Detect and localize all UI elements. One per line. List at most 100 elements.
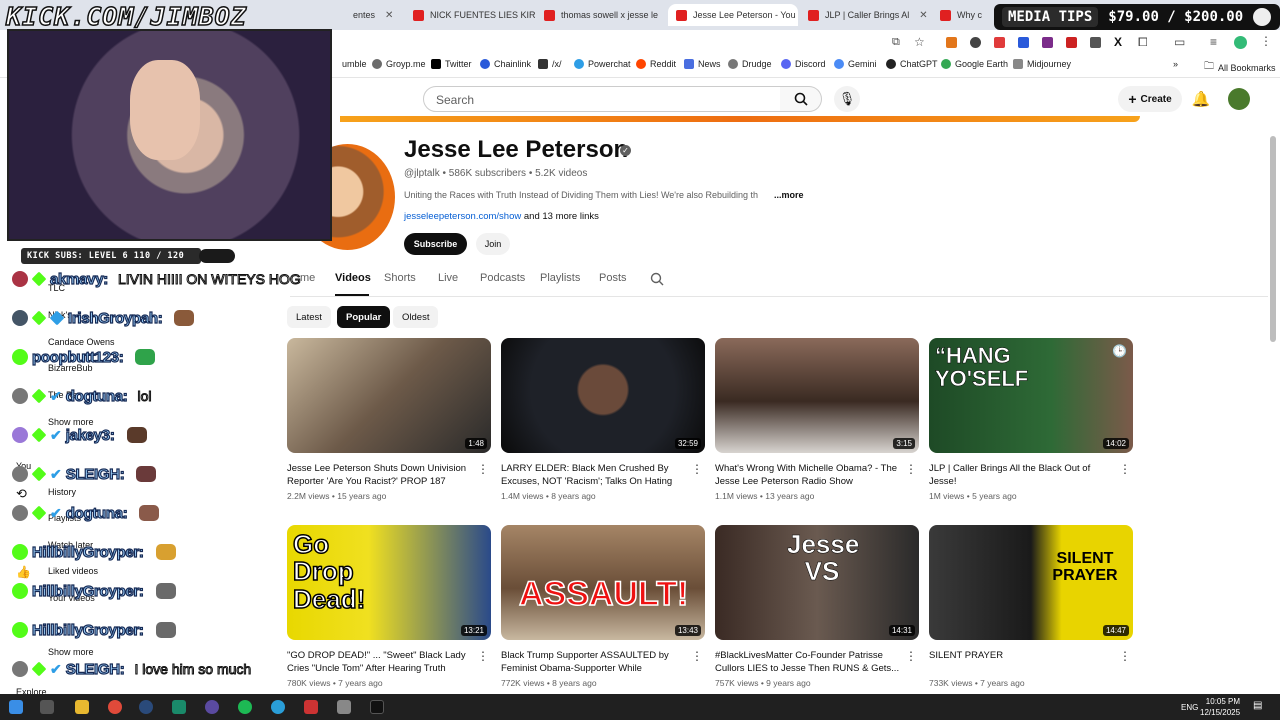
video-card[interactable]: Jesse VS 14:31 #BlackLivesMatter Co-Foun… <box>715 525 919 688</box>
bookmark[interactable]: Chainlink <box>480 59 531 69</box>
puzzle-icon[interactable]: ⧠ <box>1138 35 1148 50</box>
app-icon[interactable] <box>172 700 186 714</box>
all-bookmarks[interactable]: 🗀 All Bookmarks <box>1204 59 1276 76</box>
close-icon[interactable]: ✕ <box>919 10 927 21</box>
extension-icon[interactable] <box>994 37 1005 48</box>
subscribe-button[interactable]: Subscribe <box>404 233 467 255</box>
mic-button[interactable]: 🎙 <box>834 86 860 112</box>
video-thumbnail[interactable]: 1:48 <box>287 338 491 453</box>
chip-oldest[interactable]: Oldest <box>393 306 439 328</box>
extension-icon[interactable] <box>1066 37 1077 48</box>
bookmark[interactable]: /x/ <box>538 59 562 69</box>
obs-icon[interactable] <box>205 700 219 714</box>
extension-icon[interactable] <box>1090 37 1101 48</box>
kebab-icon[interactable]: ⋮ <box>905 462 917 476</box>
video-title[interactable]: JLP | Caller Brings All the Black Out of… <box>929 462 1133 488</box>
create-button[interactable]: + Create <box>1118 86 1182 112</box>
bookmark[interactable]: Powerchat <box>574 59 631 69</box>
video-thumbnail[interactable]: Jesse VS 14:31 <box>715 525 919 640</box>
video-title[interactable]: Black Trump Supporter ASSAULTED by Femin… <box>501 649 705 675</box>
language-indicator[interactable]: ENG <box>1181 703 1198 712</box>
tab-active[interactable]: Jesse Lee Peterson - You✕ <box>668 4 798 26</box>
tab-videos[interactable]: Videos <box>335 272 371 284</box>
channel-description[interactable]: Uniting the Races with Truth Instead of … <box>404 190 758 200</box>
notification-icon[interactable]: ▤ <box>1253 700 1262 711</box>
bookmark[interactable]: umble <box>342 59 367 69</box>
bookmark[interactable]: Twitter <box>431 59 472 69</box>
video-thumbnail[interactable]: SILENT PRAYER 14:47 <box>929 525 1133 640</box>
user-avatar[interactable] <box>1228 88 1250 110</box>
spotify-icon[interactable] <box>238 700 252 714</box>
cast-icon[interactable]: ⧉ <box>892 36 900 49</box>
bookmark[interactable]: News <box>684 59 721 69</box>
tab-1[interactable]: entes ✕ <box>345 4 405 26</box>
channel-search-icon[interactable] <box>650 272 664 286</box>
profile-icon[interactable] <box>1234 36 1247 49</box>
tab-playlists[interactable]: Playlists <box>540 272 580 284</box>
tab-6[interactable]: Why c <box>932 4 992 26</box>
tab-posts[interactable]: Posts <box>599 272 627 284</box>
extension-icon[interactable] <box>970 37 981 48</box>
video-thumbnail[interactable]: 3:15 <box>715 338 919 453</box>
clock-icon[interactable]: 🕒 <box>1112 344 1127 358</box>
video-card[interactable]: ASSAULT! 13:43 Black Trump Supporter ASS… <box>501 525 705 688</box>
video-card[interactable]: “HANG YO'SELF 🕒 14:02 JLP | Caller Bring… <box>929 338 1133 501</box>
more-links[interactable]: and 13 more links <box>521 211 599 222</box>
video-thumbnail[interactable]: Go Drop Dead! 13:21 <box>287 525 491 640</box>
video-thumbnail[interactable]: ASSAULT! 13:43 <box>501 525 705 640</box>
video-title[interactable]: What's Wrong With Michelle Obama? - The … <box>715 462 919 488</box>
video-title[interactable]: "GO DROP DEAD!" ... "Sweet" Black Lady C… <box>287 649 491 675</box>
kebab-icon[interactable]: ⋮ <box>691 649 703 663</box>
chip-popular[interactable]: Popular <box>337 306 391 328</box>
app-icon[interactable] <box>304 700 318 714</box>
tab-shorts[interactable]: Shorts <box>384 272 416 284</box>
join-button[interactable]: Join <box>476 233 510 255</box>
bookmark[interactable]: ChatGPT <box>886 59 938 69</box>
taskbar-clock[interactable]: 10:05 PM 12/15/2025 <box>1200 696 1240 718</box>
telegram-icon[interactable] <box>271 700 285 714</box>
app-icon[interactable] <box>337 700 351 714</box>
kebab-icon[interactable]: ⋮ <box>1260 34 1272 48</box>
search-input[interactable]: Search <box>423 86 781 112</box>
video-card[interactable]: Go Drop Dead! 13:21 "GO DROP DEAD!" ... … <box>287 525 491 688</box>
bookmark[interactable]: Gemini <box>834 59 877 69</box>
page-scrollbar[interactable] <box>1270 136 1276 342</box>
file-explorer-icon[interactable] <box>75 700 89 714</box>
kebab-icon[interactable]: ⋮ <box>905 649 917 663</box>
extension-icon[interactable] <box>946 37 957 48</box>
sidebar-history[interactable]: History <box>48 487 76 497</box>
video-title[interactable]: #BlackLivesMatter Co-Founder Patrisse Cu… <box>715 649 919 675</box>
extension-icon[interactable] <box>1018 37 1029 48</box>
video-card[interactable]: 3:15 What's Wrong With Michelle Obama? -… <box>715 338 919 501</box>
bookmark[interactable]: Midjourney <box>1013 59 1071 69</box>
x-icon[interactable]: X <box>1114 35 1122 49</box>
video-card[interactable]: 32:59 LARRY ELDER: Black Men Crushed By … <box>501 338 705 501</box>
kebab-icon[interactable]: ⋮ <box>1119 462 1131 476</box>
channel-link[interactable]: jesseleepeterson.com/show <box>404 211 521 222</box>
bookmark[interactable]: Groyp.me <box>372 59 426 69</box>
bookmark[interactable]: Reddit <box>636 59 676 69</box>
tab-podcasts[interactable]: Podcasts <box>480 272 525 284</box>
extension-icon[interactable] <box>1042 37 1053 48</box>
bookmark[interactable]: Google Earth <box>941 59 1008 69</box>
notifications-bell-icon[interactable]: 🔔 <box>1190 88 1212 110</box>
windows-start-icon[interactable] <box>9 700 23 714</box>
star-icon[interactable]: ☆ <box>914 35 925 49</box>
task-view-icon[interactable] <box>40 700 54 714</box>
video-title[interactable]: Jesse Lee Peterson Shuts Down Univision … <box>287 462 491 488</box>
tab-5[interactable]: JLP | Caller Brings Al ✕ <box>800 4 930 26</box>
close-icon[interactable]: ✕ <box>385 10 393 21</box>
bookmark[interactable]: Drudge <box>728 59 772 69</box>
kebab-icon[interactable]: ⋮ <box>477 649 489 663</box>
tab-3[interactable]: thomas sowell x jesse le <box>536 4 666 26</box>
bookmarks-overflow-icon[interactable]: » <box>1173 59 1178 69</box>
sidebar-show-more[interactable]: Show more <box>48 647 94 657</box>
steam-icon[interactable] <box>139 700 153 714</box>
video-title[interactable]: SILENT PRAYER <box>929 649 1133 675</box>
video-thumbnail[interactable]: “HANG YO'SELF 🕒 14:02 <box>929 338 1133 453</box>
more-link[interactable]: ...more <box>774 190 804 200</box>
tab-home[interactable]: me <box>300 272 315 284</box>
tab-2[interactable]: NICK FUENTES LIES KIRK <box>405 4 535 26</box>
kebab-icon[interactable]: ⋮ <box>1119 649 1131 663</box>
epic-games-icon[interactable] <box>370 700 384 714</box>
